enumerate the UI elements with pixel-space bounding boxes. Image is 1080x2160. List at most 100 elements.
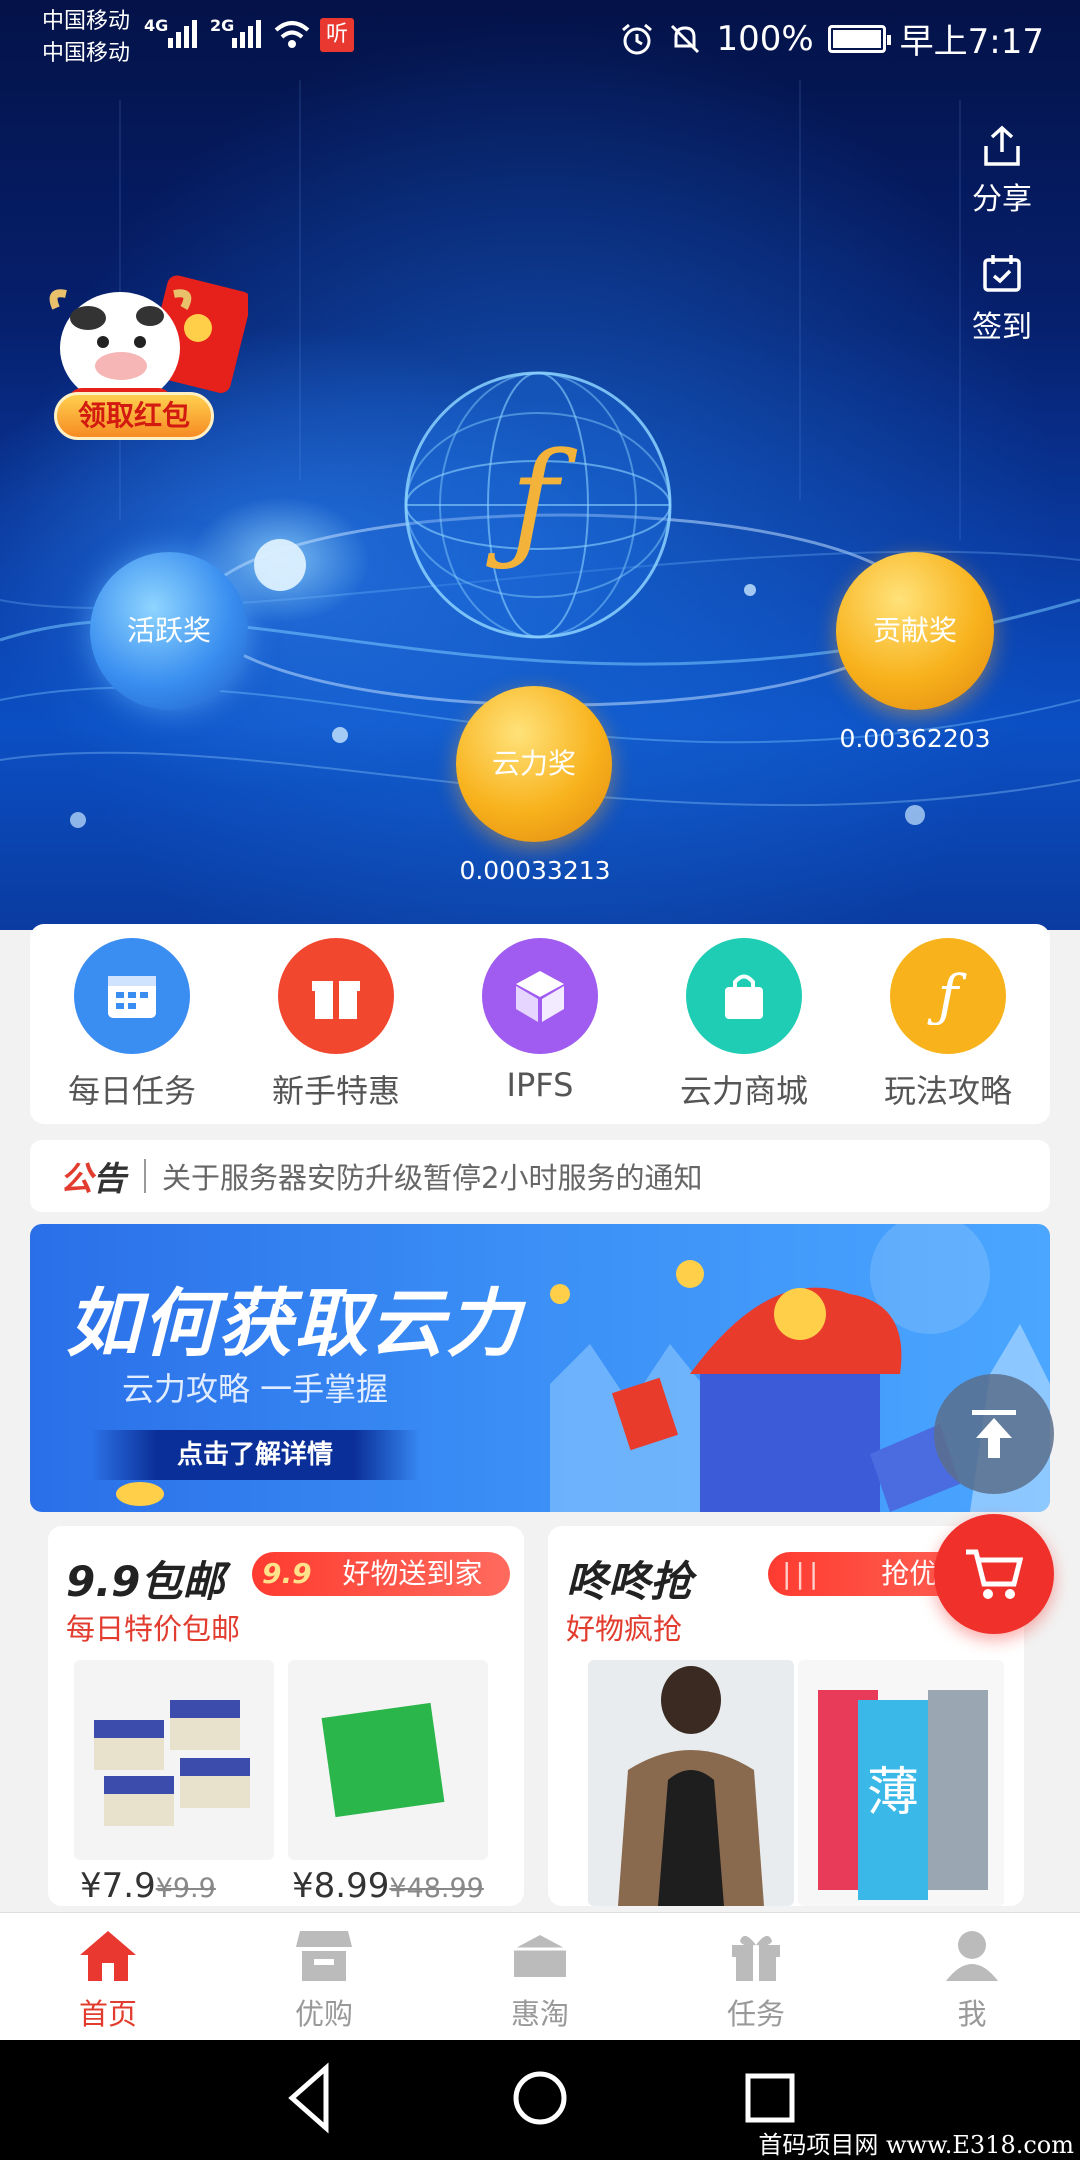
filecoin-globe: ƒ (404, 371, 672, 639)
promo-subtitle: 每日特价包邮 (66, 1612, 241, 1646)
recents-nav-icon[interactable] (745, 2073, 795, 2123)
tab-label: 首页 (78, 1997, 137, 2031)
calendar-icon (74, 938, 190, 1054)
battery-icon (827, 24, 891, 53)
ting-app-icon: 听 (320, 18, 354, 52)
promo-title: 9.9包邮 (66, 1557, 225, 1606)
how-to-get-cloud-power-banner[interactable]: 如何获取云力 云力攻略 一手掌握 点击了解详情 (30, 1224, 1050, 1512)
tab-label: 惠淘 (510, 1997, 569, 2031)
menu-label: 云力商城 (679, 1072, 808, 1110)
tab-huitao[interactable]: 惠淘 (432, 1913, 648, 2040)
announcement-tag-a: 公 (60, 1159, 93, 1198)
promo-pill: 9.9 好物送到家 (252, 1552, 510, 1596)
promo-pill-text: 好物送到家 (342, 1557, 483, 1590)
promo-card-9-9[interactable]: 9.9包邮 9.9 好物送到家 每日特价包邮 ¥7.9¥9.9 ¥8.99¥48… (48, 1526, 524, 1906)
cart-button[interactable] (934, 1514, 1054, 1634)
store-icon (296, 1931, 352, 1981)
menu-item-newbie-deals[interactable]: 新手特惠 (234, 924, 438, 1124)
price-current: ¥7.9 (80, 1866, 156, 1906)
menu-item-cloud-mall[interactable]: 云力商城 (642, 924, 846, 1124)
bottom-tab-bar: 首页 优购 惠淘 任务 我 (0, 1912, 1080, 2040)
price-original: ¥9.9 (155, 1873, 216, 1904)
status-bar: 中国移动 中国移动 4G 2G 听 100% 早上7:17 (0, 0, 1080, 70)
calendar-check-icon (983, 255, 1021, 292)
tab-label: 优购 (294, 1997, 353, 2031)
banner-subtitle: 云力攻略 一手掌握 (122, 1370, 389, 1408)
menu-label: IPFS (506, 1066, 574, 1104)
user-icon (946, 1931, 998, 1981)
tab-label: 任务 (726, 1997, 785, 2031)
banner-title: 如何获取云力 (66, 1281, 522, 1367)
carrier-2: 中国移动 (42, 41, 131, 66)
signal-bars-1-icon (168, 20, 197, 48)
menu-item-ipfs[interactable]: IPFS (438, 924, 642, 1124)
tab-home[interactable]: 首页 (0, 1913, 216, 2040)
home-icon (80, 1931, 136, 1981)
arrow-up-icon (972, 1410, 1016, 1458)
svg-text:ƒ: ƒ (927, 967, 968, 1025)
contribution-reward-value: 0.00362203 (839, 724, 991, 753)
tab-label: 我 (957, 1997, 987, 2031)
hero-section: ƒ 中国移动 中国移动 4G 2G 听 100% 早上7:17 分享 签到 领取… (0, 0, 1080, 930)
box-icon (514, 1935, 566, 1977)
shopping-bag-icon (686, 938, 802, 1054)
product-price-2: ¥8.99¥48.99 (292, 1866, 484, 1906)
price-current: ¥8.99 (292, 1866, 390, 1906)
checkin-label: 签到 (972, 310, 1032, 345)
product-image-blouse[interactable] (588, 1660, 794, 1906)
cloud-reward-orb[interactable]: 云力奖 (456, 686, 612, 842)
active-reward-orb[interactable]: 活跃奖 (90, 552, 248, 710)
promo-pill-badge: 9.9 (262, 1557, 312, 1590)
carrier-1: 中国移动 (42, 9, 131, 34)
tab-me[interactable]: 我 (864, 1913, 1080, 2040)
product-image-boxes[interactable]: 薄 (798, 1660, 1004, 1906)
share-button[interactable]: 分享 (962, 124, 1042, 218)
announcement-tag: 公告 (60, 1152, 126, 1200)
gift-icon (278, 938, 394, 1054)
menu-label: 玩法攻略 (883, 1072, 1012, 1110)
menu-label: 每日任务 (67, 1072, 196, 1110)
cloud-reward-value: 0.00033213 (459, 856, 611, 885)
network-type-2: 2G (210, 16, 235, 35)
promo-title: 咚咚抢 (566, 1557, 693, 1606)
announcement-bar[interactable]: 公告 关于服务器安防升级暂停2小时服务的通知 (30, 1140, 1050, 1212)
signal-bars-2-icon (232, 20, 261, 48)
share-label: 分享 (972, 182, 1032, 217)
product-image-tissues[interactable] (74, 1660, 274, 1860)
watermark: 首码项目网 www.E318.com (758, 2131, 1074, 2159)
system-navigation-bar: 首码项目网 www.E318.com (0, 2040, 1080, 2160)
quick-menu: 每日任务 新手特惠 IPFS 云力商城 ƒ 玩法攻略 (30, 924, 1050, 1124)
cart-icon (966, 1549, 1024, 1599)
menu-label: 新手特惠 (271, 1072, 400, 1110)
cube-icon (482, 938, 598, 1054)
announcement-text[interactable]: 关于服务器安防升级暂停2小时服务的通知 (162, 1155, 702, 1197)
promo-subtitle: 好物疯抢 (566, 1612, 683, 1646)
network-type-1: 4G (144, 16, 169, 35)
price-original: ¥48.99 (389, 1873, 484, 1904)
home-nav-icon[interactable] (513, 2071, 567, 2125)
banner-details-button[interactable]: 点击了解详情 (90, 1430, 420, 1480)
product-price-1: ¥7.9¥9.9 (80, 1866, 216, 1906)
checkin-button[interactable]: 签到 (962, 252, 1042, 346)
promo-pill-bars: ||| (782, 1557, 823, 1590)
back-nav-icon[interactable] (288, 2062, 329, 2134)
contribution-reward-orb[interactable]: 贡献奖 (836, 552, 994, 710)
product-box-text: 薄 (867, 1763, 919, 1823)
tab-tasks[interactable]: 任务 (648, 1913, 864, 2040)
menu-item-guide[interactable]: ƒ 玩法攻略 (846, 924, 1050, 1124)
menu-item-daily-tasks[interactable]: 每日任务 (30, 924, 234, 1124)
clock: 早上7:17 (899, 22, 1044, 62)
wifi-icon (274, 21, 310, 48)
product-image-green-mat[interactable] (288, 1660, 488, 1860)
back-to-top-button[interactable] (934, 1374, 1054, 1494)
tab-youhui-shop[interactable]: 优购 (216, 1913, 432, 2040)
divider (144, 1159, 146, 1193)
carrier-labels: 中国移动 中国移动 (42, 6, 130, 70)
mute-bell-icon (671, 24, 700, 53)
announcement-tag-b: 告 (93, 1159, 126, 1198)
claim-red-packet-button[interactable]: 领取红包 (54, 392, 214, 440)
battery-percent: 100% (716, 18, 814, 59)
filecoin-icon: ƒ (890, 938, 1006, 1054)
gift-icon (732, 1935, 780, 1981)
alarm-icon (622, 23, 653, 54)
